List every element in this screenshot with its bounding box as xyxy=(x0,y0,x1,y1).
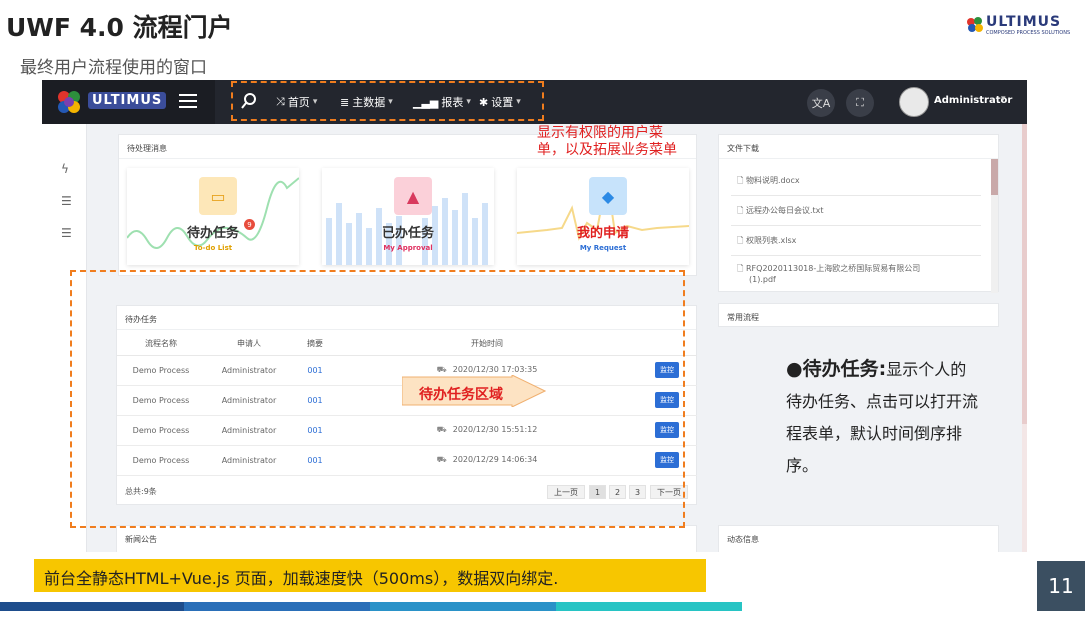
todo-description: ●待办任务:显示个人的待办任务、点击可以打开流程表单，默认时间倒序排序。 xyxy=(786,353,981,482)
request-card[interactable]: ◆ 我的申请 My Request xyxy=(517,168,689,265)
todo-area-label: 待办任务区域 xyxy=(419,387,503,403)
panel-title: 新闻公告 xyxy=(125,535,157,544)
panel-title: 文件下载 xyxy=(727,144,759,153)
page-number: 11 xyxy=(1037,561,1085,611)
approved-card-label: 已办任务 xyxy=(381,226,434,241)
ultimus-logo-icon xyxy=(58,91,80,113)
ultimus-cube-icon xyxy=(967,17,983,32)
fullscreen-icon[interactable]: ⛶ xyxy=(846,89,874,117)
checklist-icon[interactable]: ☰ xyxy=(61,194,72,208)
diamond-icon: ◆ xyxy=(589,177,627,215)
todo-card-label: 待办任务 xyxy=(186,226,239,241)
approved-card[interactable]: ▲ 已办任务 My Approval xyxy=(322,168,494,265)
avatar[interactable] xyxy=(899,87,929,117)
panel-title: 动态信息 xyxy=(727,535,759,544)
file-link[interactable]: 🗋 物料说明.docx xyxy=(737,175,987,189)
chevron-down-icon[interactable]: ▾ xyxy=(1001,94,1006,104)
translate-icon[interactable]: 文A xyxy=(807,89,835,117)
lightning-icon[interactable]: ϟ xyxy=(61,162,69,176)
news-panel: 新闻公告 xyxy=(116,525,697,552)
panel-title: 待处理消息 xyxy=(127,144,167,153)
todo-card-sub: To-do List xyxy=(193,244,233,252)
scrollbar-thumb[interactable] xyxy=(991,159,998,195)
laptop-icon: ▭ xyxy=(199,177,237,215)
request-card-sub: My Request xyxy=(579,244,627,252)
menu-highlight-box xyxy=(231,81,544,121)
todo-highlight-box xyxy=(70,270,685,528)
request-card-label: 我的申请 xyxy=(576,226,629,241)
activity-panel: 动态信息 xyxy=(718,525,999,552)
footer-note: 前台全静态HTML+Vue.js 页面，加载速度快（500ms），数据双向绑定. xyxy=(34,559,706,592)
menu-toggle-icon[interactable] xyxy=(179,94,197,108)
slide-title: UWF 4.0 流程门户 xyxy=(6,13,233,42)
page-scrollbar[interactable] xyxy=(1022,124,1027,552)
file-name[interactable]: 物料说明.docx xyxy=(746,176,800,185)
approved-card-sub: My Approval xyxy=(383,244,433,252)
brand-logo: ULTIMUS COMPOSED PROCESS SOLUTIONS xyxy=(966,14,1070,38)
file-link[interactable]: 🗋 远程办公每日会议.txt xyxy=(737,205,987,219)
file-name[interactable]: 权限列表.xlsx xyxy=(746,236,796,245)
bullet-title: ●待办任务: xyxy=(786,358,887,380)
panel-title: 常用流程 xyxy=(727,313,759,322)
file-link[interactable]: 🗋 权限列表.xlsx xyxy=(737,235,987,249)
slide-subtitle: 最终用户流程使用的窗口 xyxy=(20,58,207,78)
file-download-panel: 文件下载 🗋 物料说明.docx 🗋 远程办公每日会议.txt 🗋 权限列表.x… xyxy=(718,134,999,293)
todo-card[interactable]: ▭ 待办任务 9 To-do List xyxy=(127,168,299,265)
file-name[interactable]: 远程办公每日会议.txt xyxy=(746,206,824,215)
graduation-cap-icon: ▲ xyxy=(394,177,432,215)
common-flows-panel: 常用流程 xyxy=(718,303,999,327)
checklist-icon[interactable]: ☰ xyxy=(61,226,72,240)
brand-word: ULTIMUS xyxy=(986,14,1062,30)
app-logo-text: ULTIMUS xyxy=(88,92,167,109)
brand-tagline: COMPOSED PROCESS SOLUTIONS xyxy=(986,30,1071,36)
menu-annotation: 显示有权限的用户菜单，以及拓展业务菜单 xyxy=(537,125,677,158)
todo-count-badge: 9 xyxy=(244,219,255,230)
file-name-continued[interactable]: (1).pdf xyxy=(749,275,999,284)
file-name[interactable]: RFQ2020113018-上海欧之桥国际贸易有限公司 xyxy=(746,264,920,273)
